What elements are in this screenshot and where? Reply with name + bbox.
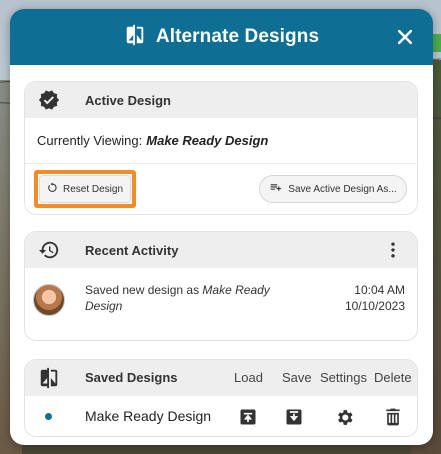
column-settings: Settings [320, 370, 367, 385]
reset-design-label: Reset Design [62, 183, 124, 195]
recent-activity-title: Recent Activity [85, 242, 179, 258]
save-design-button[interactable] [282, 405, 306, 429]
reset-design-button[interactable]: Reset Design [39, 175, 131, 203]
saved-designs-title: Saved Designs [85, 370, 178, 385]
download-box-icon [286, 409, 302, 425]
reset-icon [47, 182, 58, 196]
dialog-title: Alternate Designs [155, 26, 320, 47]
activity-timestamp: 10:04 AM 10/10/2023 [345, 282, 405, 314]
saved-design-name: Make Ready Design [85, 408, 212, 424]
design-settings-button[interactable] [332, 405, 356, 429]
dialog-header: Alternate Designs [10, 9, 433, 65]
active-design-header: Active Design [25, 82, 417, 118]
compare-icon [37, 366, 61, 390]
activity-text-prefix: Saved new design as [85, 283, 200, 297]
activity-entry: Saved new design as Make Ready Design 10… [25, 268, 417, 340]
saved-design-row: Make Ready Design [25, 396, 417, 436]
more-options-button[interactable] [381, 238, 405, 262]
currently-viewing-label: Currently Viewing: [37, 133, 143, 148]
recent-activity-card: Recent Activity Saved new design as Make… [24, 231, 418, 341]
recent-activity-header: Recent Activity [25, 232, 417, 268]
activity-date: 10/10/2023 [344, 299, 405, 313]
upload-box-icon [240, 409, 256, 425]
more-vertical-icon [391, 242, 395, 258]
history-icon [37, 238, 61, 262]
column-load: Load [234, 370, 263, 385]
active-indicator-dot [45, 413, 52, 420]
delete-design-button[interactable] [381, 405, 405, 429]
trash-icon [386, 408, 400, 426]
compare-icon [124, 24, 146, 51]
close-icon [397, 29, 413, 45]
active-design-card: Active Design Currently Viewing: Make Re… [24, 81, 418, 215]
active-design-title: Active Design [85, 92, 171, 108]
load-design-button[interactable] [236, 405, 260, 429]
gear-icon [337, 409, 353, 425]
column-save: Save [282, 370, 312, 385]
alternate-designs-dialog: Alternate Designs Active Design Currentl… [10, 9, 433, 445]
close-button[interactable] [391, 23, 419, 51]
verified-badge-icon [37, 88, 61, 112]
saved-designs-card: Saved Designs Load Save Settings Delete … [24, 359, 418, 437]
saved-designs-header: Saved Designs Load Save Settings Delete [25, 360, 417, 396]
activity-time: 10:04 AM [354, 283, 405, 297]
active-design-actions: Reset Design Save Active Design As... [25, 164, 417, 214]
avatar [33, 284, 65, 316]
currently-viewing-row: Currently Viewing: Make Ready Design [25, 118, 417, 164]
save-active-design-as-label: Save Active Design As... [288, 183, 397, 195]
activity-description: Saved new design as Make Ready Design [85, 282, 305, 314]
column-delete: Delete [374, 370, 412, 385]
playlist-add-icon [269, 181, 282, 197]
currently-viewing-value: Make Ready Design [146, 133, 269, 148]
save-active-design-as-button[interactable]: Save Active Design As... [259, 175, 407, 203]
